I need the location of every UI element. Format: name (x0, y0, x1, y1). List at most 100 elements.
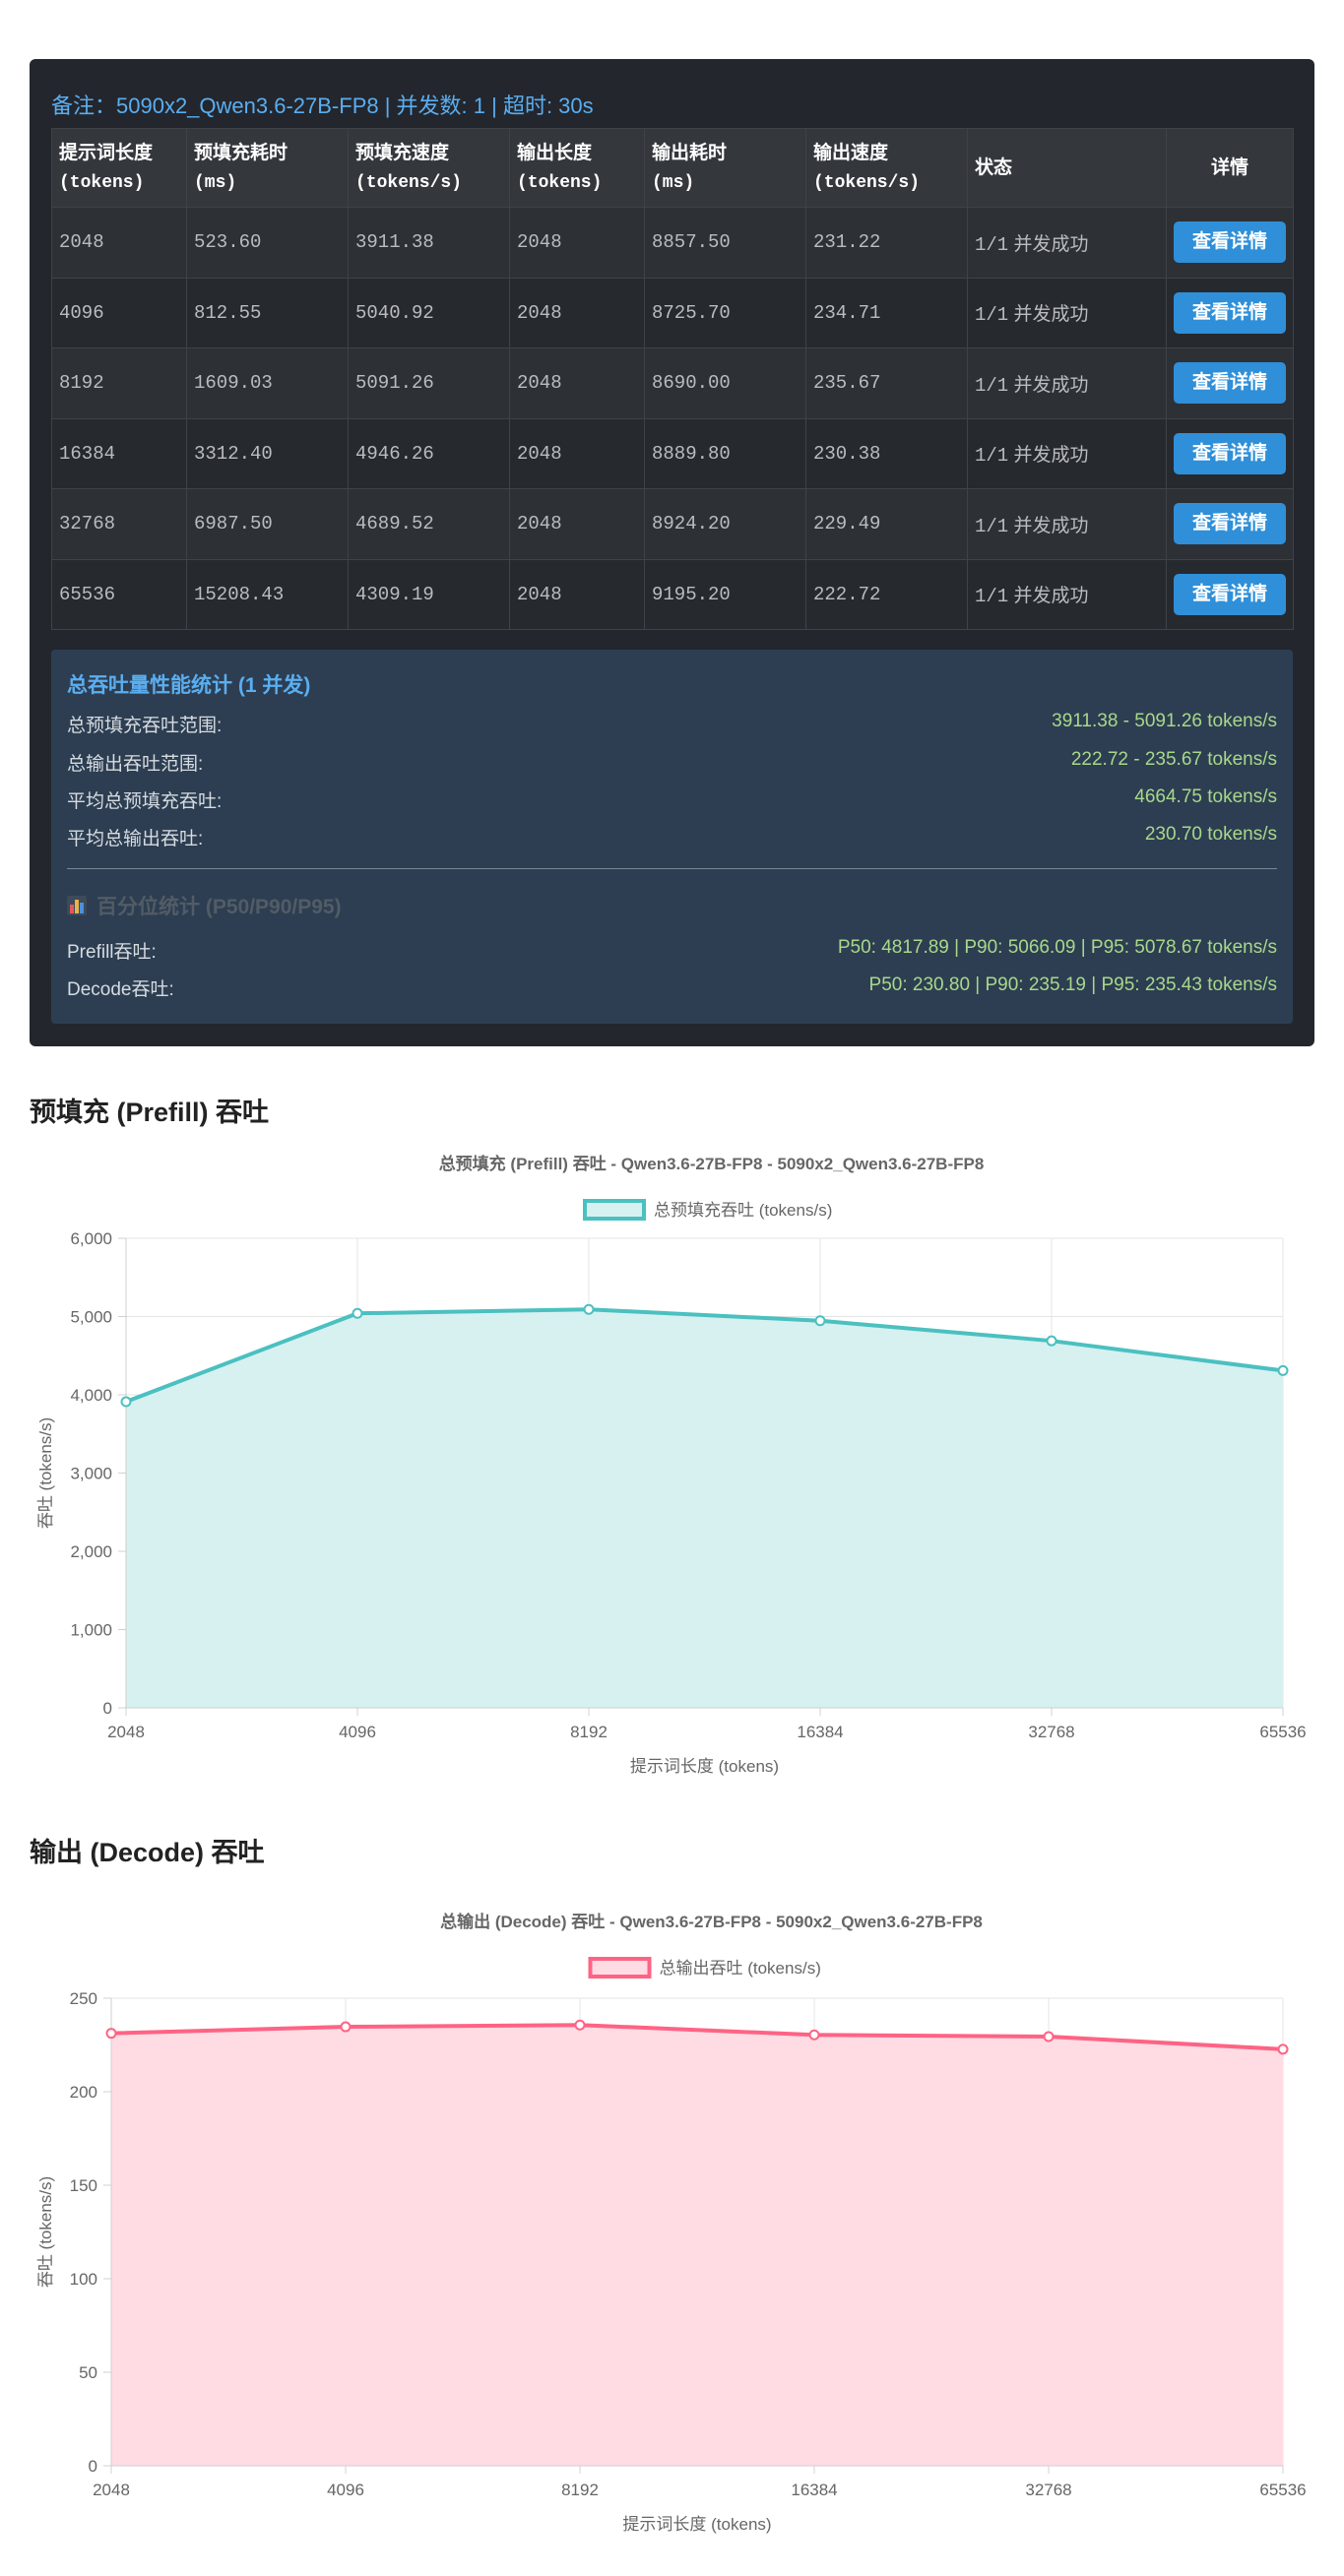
cell-output-speed: 229.49 (805, 488, 968, 560)
cell-details: 查看详情 (1166, 488, 1294, 560)
view-details-button[interactable]: 查看详情 (1174, 362, 1286, 405)
results-table: 提示词长度 (tokens) 预填充耗时 (ms) 预填充速度 (tokens/s) … (51, 128, 1294, 630)
cell-output-time: 9195.20 (644, 558, 806, 630)
header-output-speed: 输出速度 (tokens/s) (805, 128, 968, 208)
data-point (120, 1396, 132, 1408)
cell-output-speed: 235.67 (805, 347, 968, 419)
legend-label: 总输出吞吐 (tokens/s) (660, 1959, 821, 1978)
x-tick-label: 2048 (93, 2481, 130, 2499)
data-point (340, 2021, 352, 2033)
throughput-summary: 总吞吐量性能统计 (1 并发) 总预填充吞吐范围: 3911.38 - 5091… (51, 650, 1293, 1024)
x-tick-label: 16384 (797, 1723, 843, 1741)
data-point (808, 2029, 820, 2041)
cell-prefill-time: 1609.03 (186, 347, 349, 419)
header-prompt-length: 提示词长度 (tokens) (51, 128, 187, 208)
cell-prompt-length: 4096 (51, 277, 187, 348)
cell-output-time: 8889.80 (644, 417, 806, 489)
header-prefill-time: 预填充耗时 (ms) (186, 128, 349, 208)
header-output-length: 输出长度 (tokens) (509, 128, 645, 208)
y-tick-label: 100 (70, 2270, 97, 2289)
table-header-row: 提示词长度 (tokens) 预填充耗时 (ms) 预填充速度 (tokens/s) … (51, 128, 1294, 208)
table-row: 16384 3312.40 4946.26 2048 8889.80 230.38 1/1 … (51, 417, 1294, 489)
table-row: 32768 6987.50 4689.52 2048 8924.20 229.49 1/1 … (51, 488, 1294, 560)
cell-prefill-time: 812.55 (186, 277, 349, 348)
status-text: 并发成功 (1013, 586, 1089, 607)
table-row: 4096 812.55 5040.92 2048 8725.70 234.71 1/1 并发… (51, 277, 1294, 348)
cell-prompt-length: 2048 (51, 207, 187, 279)
results-panel: 备注：5090x2_Qwen3.6-27B-FP8 | 并发数: 1 | 超时:… (30, 59, 1314, 1046)
data-point (1046, 1335, 1057, 1347)
data-point (574, 2019, 586, 2031)
x-tick-label: 8192 (561, 2481, 599, 2499)
table-row: 8192 1609.03 5091.26 2048 8690.00 235.67 1/1 并… (51, 347, 1294, 419)
cell-status: 1/1 并发成功 (967, 417, 1167, 489)
view-details-button[interactable]: 查看详情 (1174, 503, 1286, 545)
summary-row-prefill-range: 总预填充吞吐范围: 3911.38 - 5091.26 tokens/s (67, 711, 1277, 736)
decode-chart: 总输出 (Decode) 吞吐 - Qwen3.6-27B-FP8 - 5090… (30, 1900, 1314, 2549)
cell-prompt-length: 8192 (51, 347, 187, 419)
data-point (105, 2028, 117, 2040)
status-text: 并发成功 (1013, 233, 1089, 255)
summary-row-avg-prefill: 平均总预填充吞吐: 4664.75 tokens/s (67, 786, 1277, 812)
data-point (352, 1307, 363, 1319)
x-tick-label: 32768 (1028, 1723, 1074, 1741)
status-count: 1/1 (975, 233, 1009, 256)
cell-prefill-speed: 5091.26 (348, 347, 510, 419)
y-tick-label: 0 (89, 2457, 97, 2476)
prefill-section-title: 预填充 (Prefill) 吞吐 (30, 1098, 270, 1127)
decode-chart-svg: 总输出 (Decode) 吞吐 - Qwen3.6-27B-FP8 - 5090… (36, 1912, 1307, 2534)
view-details-button[interactable]: 查看详情 (1174, 291, 1286, 334)
cell-status: 1/1 并发成功 (967, 347, 1167, 419)
prefill-chart: 总预填充 (Prefill) 吞吐 - Qwen3.6-27B-FP8 - 50… (30, 1142, 1314, 1791)
y-tick-label: 200 (70, 2083, 97, 2102)
status-text: 并发成功 (1013, 445, 1089, 467)
cell-output-time: 8857.50 (644, 207, 806, 279)
cell-prefill-speed: 5040.92 (348, 277, 510, 348)
view-details-button[interactable]: 查看详情 (1174, 432, 1286, 474)
y-tick-label: 150 (70, 2176, 97, 2195)
data-point (583, 1303, 595, 1315)
cell-output-time: 8924.20 (644, 488, 806, 560)
header-output-time: 输出耗时 (ms) (644, 128, 806, 208)
status-count: 1/1 (975, 374, 1009, 397)
cell-prefill-speed: 4309.19 (348, 558, 510, 630)
cell-status: 1/1 并发成功 (967, 488, 1167, 560)
y-tick-label: 1,000 (70, 1621, 112, 1640)
legend-label: 总预填充吞吐 (tokens/s) (654, 1201, 832, 1220)
cell-output-length: 2048 (509, 417, 645, 489)
cell-details: 查看详情 (1166, 347, 1294, 419)
view-details-button[interactable]: 查看详情 (1174, 573, 1286, 615)
view-details-button[interactable]: 查看详情 (1174, 221, 1286, 264)
percentile-title: 百分位统计 (P50/P90/P95) (67, 891, 342, 920)
y-axis-label: 吞吐 (tokens/s) (36, 2176, 55, 2288)
y-tick-label: 50 (79, 2363, 97, 2382)
header-prefill-speed: 预填充速度 (tokens/s) (348, 128, 510, 208)
cell-output-speed: 231.22 (805, 207, 968, 279)
y-tick-label: 2,000 (70, 1542, 112, 1561)
table-row: 2048 523.60 3911.38 2048 8857.50 231.22 1/1 并发… (51, 207, 1294, 279)
cell-status: 1/1 并发成功 (967, 207, 1167, 279)
summary-divider (67, 868, 1277, 869)
cell-output-speed: 230.38 (805, 417, 968, 489)
cell-status: 1/1 并发成功 (967, 277, 1167, 348)
y-axis-label: 吞吐 (tokens/s) (36, 1417, 55, 1529)
decode-section-title: 输出 (Decode) 吞吐 (30, 1838, 265, 1867)
x-tick-label: 4096 (339, 1723, 376, 1741)
status-text: 并发成功 (1013, 304, 1089, 326)
x-tick-label: 65536 (1259, 2481, 1306, 2499)
cell-prefill-speed: 4689.52 (348, 488, 510, 560)
cell-details: 查看详情 (1166, 558, 1294, 630)
cell-output-length: 2048 (509, 488, 645, 560)
percentile-row-decode: Decode吞吐: P50: 230.80 | P90: 235.19 | P9… (67, 974, 1277, 1000)
summary-row-output-range: 总输出吞吐范围: 222.72 - 235.67 tokens/s (67, 749, 1277, 775)
series-area (111, 2025, 1283, 2466)
series-area (126, 1309, 1283, 1708)
header-status: 状态 (967, 128, 1167, 208)
cell-prompt-length: 65536 (51, 558, 187, 630)
summary-title: 总吞吐量性能统计 (1 并发) (67, 674, 311, 697)
x-tick-label: 32768 (1025, 2481, 1071, 2499)
cell-status: 1/1 并发成功 (967, 558, 1167, 630)
y-tick-label: 250 (70, 1989, 97, 2008)
test-note: 备注：5090x2_Qwen3.6-27B-FP8 | 并发数: 1 | 超时:… (51, 94, 594, 118)
percentile-row-prefill: Prefill吞吐: P50: 4817.89 | P90: 5066.09 |… (67, 937, 1277, 963)
